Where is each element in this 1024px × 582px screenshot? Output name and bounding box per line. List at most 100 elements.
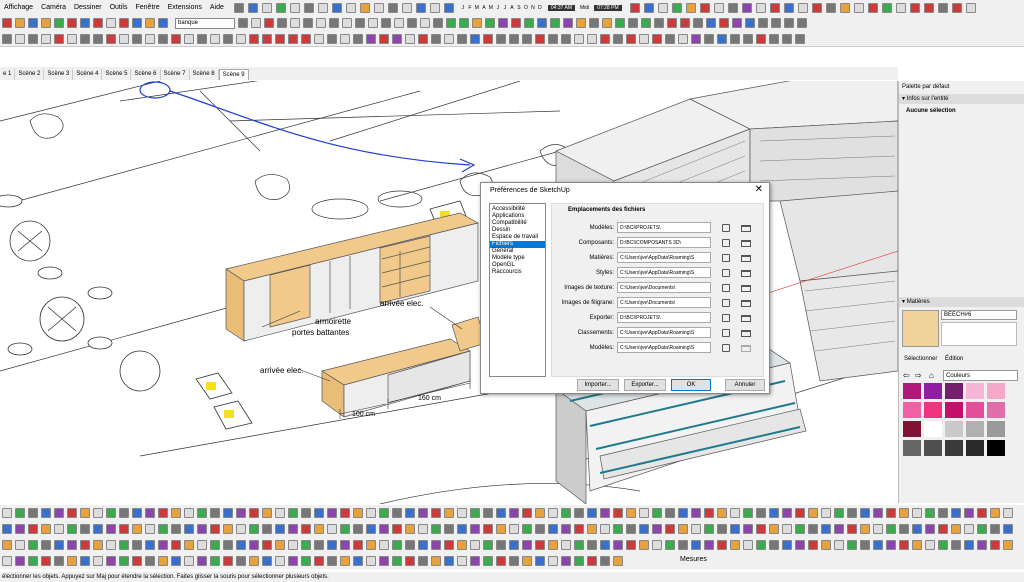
tool-icon[interactable] <box>275 524 285 534</box>
tool-icon[interactable] <box>28 524 38 534</box>
tool-icon[interactable] <box>925 508 935 518</box>
tool-icon[interactable] <box>119 508 129 518</box>
tool-icon[interactable] <box>80 508 90 518</box>
cancel-button[interactable]: Annuler <box>725 379 765 391</box>
tool-icon[interactable] <box>641 18 651 28</box>
tool-icon[interactable] <box>912 508 922 518</box>
color-swatch[interactable] <box>903 440 921 456</box>
edit-icon[interactable] <box>722 269 730 277</box>
tool-icon[interactable] <box>704 524 714 534</box>
tool-icon[interactable] <box>366 540 376 550</box>
tool-icon[interactable] <box>847 508 857 518</box>
tool-icon[interactable] <box>548 540 558 550</box>
tool-icon[interactable] <box>301 556 311 566</box>
tool-icon[interactable] <box>769 524 779 534</box>
tool-icon[interactable] <box>392 508 402 518</box>
folder-icon[interactable] <box>741 255 751 262</box>
tool-icon[interactable] <box>93 524 103 534</box>
tool-icon[interactable] <box>847 524 857 534</box>
tool-icon[interactable] <box>782 524 792 534</box>
tool-icon[interactable] <box>392 556 402 566</box>
tool-icon[interactable] <box>15 524 25 534</box>
file-path-field[interactable]: D:\BCI\COMPOSANTS 3D\ <box>617 237 711 248</box>
tool-icon[interactable] <box>275 540 285 550</box>
tool-icon[interactable] <box>251 18 261 28</box>
color-swatch[interactable] <box>966 383 984 399</box>
tool-icon[interactable] <box>2 524 12 534</box>
tool-icon[interactable] <box>314 524 324 534</box>
tool-icon[interactable] <box>938 540 948 550</box>
nav-item[interactable]: Applications <box>490 213 545 220</box>
tool-icon[interactable] <box>405 33 415 44</box>
scene-tab[interactable]: Scène 7 <box>161 69 190 80</box>
tool-icon[interactable] <box>132 540 142 550</box>
tool-icon[interactable] <box>639 524 649 534</box>
tool-icon[interactable] <box>93 508 103 518</box>
tool-icon[interactable] <box>145 33 155 44</box>
tool-icon[interactable] <box>119 524 129 534</box>
tool-icon[interactable] <box>574 540 584 550</box>
tool-icon[interactable] <box>132 524 142 534</box>
folder-icon[interactable] <box>741 330 751 337</box>
tool-icon[interactable] <box>132 33 142 44</box>
tool-icon[interactable] <box>392 33 402 44</box>
tool-icon[interactable] <box>457 556 467 566</box>
tool-icon[interactable] <box>860 540 870 550</box>
tool-icon[interactable] <box>912 540 922 550</box>
tool-icon[interactable] <box>171 508 181 518</box>
tool-icon[interactable] <box>1003 508 1013 518</box>
tool-icon[interactable] <box>366 33 376 44</box>
tool-icon[interactable] <box>771 18 781 28</box>
tool-icon[interactable] <box>80 540 90 550</box>
tool-icon[interactable] <box>210 508 220 518</box>
material-description-field[interactable] <box>941 322 1017 346</box>
tool-icon[interactable] <box>366 508 376 518</box>
tool-icon[interactable] <box>41 18 51 28</box>
tool-icon[interactable] <box>210 540 220 550</box>
ok-button[interactable]: OK <box>671 379 711 391</box>
menu-extensions[interactable]: Extensions <box>168 4 202 11</box>
tool-icon[interactable] <box>1003 540 1013 550</box>
color-swatch[interactable] <box>903 383 921 399</box>
tool-icon[interactable] <box>262 540 272 550</box>
tool-icon[interactable] <box>236 508 246 518</box>
tool-icon[interactable] <box>93 556 103 566</box>
tool-icon[interactable] <box>561 508 571 518</box>
tool-icon[interactable] <box>132 556 142 566</box>
tool-icon[interactable] <box>938 524 948 534</box>
tool-icon[interactable] <box>548 508 558 518</box>
tool-icon[interactable] <box>470 524 480 534</box>
color-swatch[interactable] <box>966 440 984 456</box>
tool-icon[interactable] <box>665 524 675 534</box>
tool-icon[interactable] <box>54 524 64 534</box>
tool-icon[interactable] <box>574 33 584 44</box>
tool-icon[interactable] <box>678 508 688 518</box>
tool-icon[interactable] <box>951 524 961 534</box>
tool-icon[interactable] <box>41 556 51 566</box>
tool-icon[interactable] <box>415 2 426 13</box>
tool-icon[interactable] <box>886 524 896 534</box>
tool-icon[interactable] <box>80 33 90 44</box>
menu-aide[interactable]: Aide <box>210 4 224 11</box>
nav-item[interactable]: Espace de travail <box>490 234 545 241</box>
tool-icon[interactable] <box>158 556 168 566</box>
tool-icon[interactable] <box>990 508 1000 518</box>
edit-icon[interactable] <box>722 284 730 292</box>
tool-icon[interactable] <box>574 508 584 518</box>
tool-icon[interactable] <box>925 540 935 550</box>
tool-icon[interactable] <box>247 2 258 13</box>
tool-icon[interactable] <box>119 556 129 566</box>
tool-icon[interactable] <box>67 540 77 550</box>
tool-icon[interactable] <box>41 524 51 534</box>
tool-icon[interactable] <box>184 33 194 44</box>
tool-icon[interactable] <box>626 524 636 534</box>
tool-icon[interactable] <box>730 540 740 550</box>
tool-icon[interactable] <box>745 18 755 28</box>
tool-icon[interactable] <box>444 33 454 44</box>
tool-icon[interactable] <box>329 18 339 28</box>
export-button[interactable]: Exporter... <box>624 379 666 391</box>
tool-icon[interactable] <box>223 556 233 566</box>
tool-icon[interactable] <box>509 556 519 566</box>
tool-icon[interactable] <box>535 508 545 518</box>
tool-icon[interactable] <box>561 524 571 534</box>
